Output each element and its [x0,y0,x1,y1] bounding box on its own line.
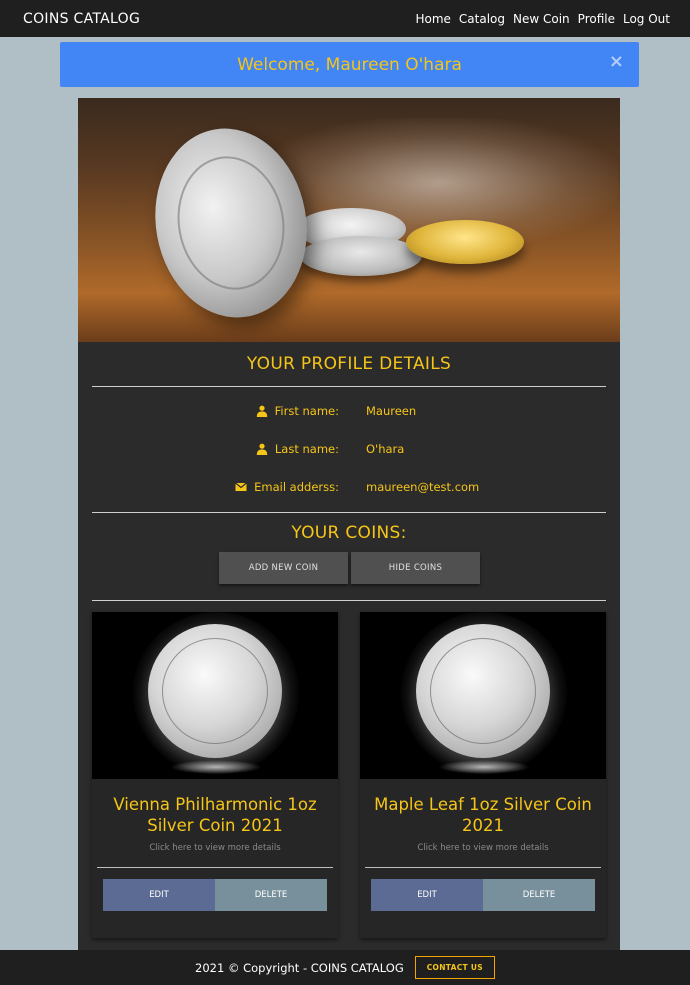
nav-link-logout[interactable]: Log Out [623,12,670,26]
user-icon [256,405,267,417]
email-row: Email adderss: maureen@test.com [78,480,620,500]
last-name-label: Last name: [274,442,339,456]
coin-title: Maple Leaf 1oz Silver Coin 2021 [374,795,592,835]
coin-image[interactable] [92,612,338,779]
envelope-icon [235,482,248,491]
nav-link-new-coin[interactable]: New Coin [513,12,570,26]
divider [92,512,606,513]
hero-image [78,98,620,342]
first-name-label: First name: [274,404,339,418]
divider [97,867,333,868]
close-icon[interactable]: × [609,51,624,72]
first-name-row: First name: Maureen [78,404,620,424]
divider [365,867,601,868]
email-value: maureen@test.com [366,480,480,494]
email-label: Email adderss: [254,480,339,494]
nav-link-profile[interactable]: Profile [578,12,615,26]
coin-card-maple-leaf: Maple Leaf 1oz Silver Coin 2021 Click he… [360,612,606,938]
user-icon [256,443,268,455]
edit-button[interactable]: EDIT [371,879,483,911]
footer: 2021 © Copyright - COINS CATALOG CONTACT… [0,950,690,985]
welcome-message: Welcome, Maureen O'hara [237,54,462,75]
divider [92,600,606,601]
divider [92,386,606,387]
last-name-value: O'hara [366,442,405,456]
delete-button[interactable]: DELETE [215,879,327,911]
coin-actions: EDIT DELETE [371,879,595,911]
copyright-text: 2021 © Copyright - COINS CATALOG [195,960,404,975]
coin-actions: EDIT DELETE [103,879,327,911]
profile-details-title: YOUR PROFILE DETAILS [246,354,452,374]
nav-link-catalog[interactable]: Catalog [459,12,505,26]
your-coins-title: YOUR COINS: [291,523,407,543]
view-details-link[interactable]: Click here to view more details [92,843,338,853]
contact-us-button[interactable]: CONTACT US [414,956,495,979]
brand-logo[interactable]: COINS CATALOG [23,11,140,27]
first-name-value: Maureen [366,404,417,418]
nav-links: Home Catalog New Coin Profile Log Out [415,12,670,26]
welcome-alert: Welcome, Maureen O'hara × [60,42,639,87]
view-details-link[interactable]: Click here to view more details [360,843,606,853]
nav-link-home[interactable]: Home [415,12,450,26]
coin-image[interactable] [360,612,606,779]
coin-title: Vienna Philharmonic 1oz Silver Coin 2021 [113,795,317,835]
hide-coins-button[interactable]: HIDE COINS [351,552,480,584]
add-new-coin-button[interactable]: ADD NEW COIN [219,552,348,584]
navbar: COINS CATALOG Home Catalog New Coin Prof… [0,0,690,37]
profile-card: YOUR PROFILE DETAILS First name: Maureen… [78,98,620,950]
coin-card-vienna: Vienna Philharmonic 1oz Silver Coin 2021… [92,612,338,938]
delete-button[interactable]: DELETE [483,879,595,911]
coins-actions: ADD NEW COIN HIDE COINS [219,552,480,584]
edit-button[interactable]: EDIT [103,879,215,911]
last-name-row: Last name: O'hara [78,442,620,462]
